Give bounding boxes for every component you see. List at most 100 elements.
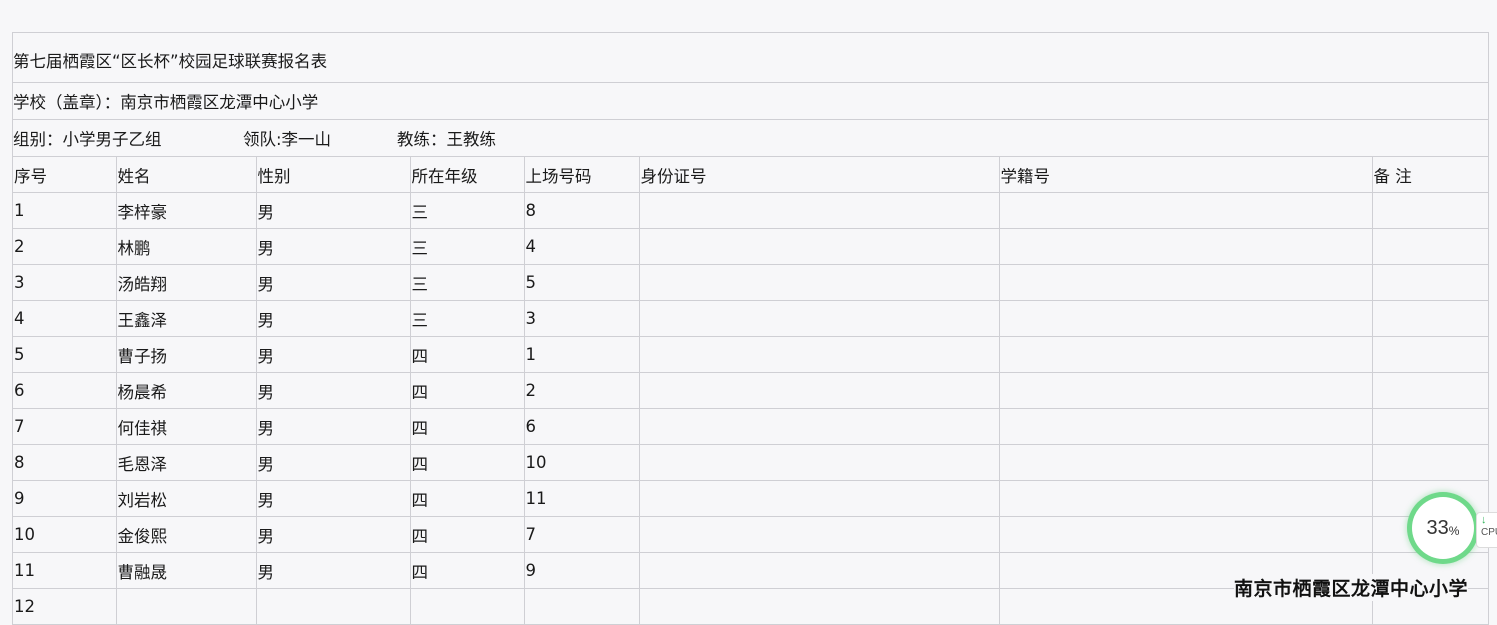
cell-student-number [999,516,1373,553]
cell-serial: 4 [13,300,117,337]
cell-name: 杨晨希 [116,372,257,409]
table-row: 2 林鹏男三 4 [13,228,1488,265]
cell-jersey [524,588,640,625]
cell-gender: 男 [256,372,411,409]
cell-id-number [639,552,1000,589]
cell-remarks [1372,336,1488,373]
cell-name: 何佳祺 [116,408,257,445]
cell-id-number [639,336,1000,373]
form-title: 第七届栖霞区“区长杯”校园足球联赛报名表 [13,51,328,71]
cell-id-number [639,480,1000,517]
cell-name [116,588,257,625]
school-watermark: 南京市栖霞区龙潭中心小学 [1234,574,1469,601]
header-grade: 所在年级 [410,157,525,193]
cell-grade [410,588,525,625]
cell-id-number [639,300,1000,337]
table-row: 9 刘岩松男四 11 [13,480,1488,517]
cell-gender: 男 [256,228,411,265]
cell-gender: 男 [256,516,411,553]
school-line: 学校（盖章）：南京市栖霞区龙潭中心小学 [13,93,319,112]
cell-name: 汤皓翔 [116,264,257,301]
cell-serial: 6 [13,372,117,409]
cell-gender: 男 [256,336,411,373]
cell-name: 金俊熙 [116,516,257,553]
cell-grade: 三 [410,228,525,265]
cell-serial: 11 [13,552,117,589]
cell-jersey: 3 [524,300,640,337]
cell-gender: 男 [256,192,411,229]
cell-remarks [1372,228,1488,265]
cell-id-number [639,408,1000,445]
cell-grade: 三 [410,264,525,301]
table-row: 1 李梓豪男三 8 [13,192,1488,229]
cpu-unit: % [1448,524,1460,538]
table-row: 3 汤皓翔男三 5 [13,264,1488,301]
cell-remarks [1372,264,1488,301]
cell-name: 王鑫泽 [116,300,257,337]
cell-student-number [999,336,1373,373]
table-row: 4 王鑫泽男三 3 [13,300,1488,337]
header-gender: 性别 [256,157,411,193]
cell-grade: 四 [410,516,525,553]
cpu-value: 33 [1426,516,1449,539]
cell-gender: 男 [256,444,411,481]
cell-gender: 男 [256,264,411,301]
cell-jersey: 7 [524,516,640,553]
cell-student-number [999,408,1373,445]
header-remarks: 备 注 [1372,157,1488,193]
cell-serial: 7 [13,408,117,445]
cell-remarks [1372,408,1488,445]
header-serial: 序号 [13,157,117,193]
cpu-label: CPU [1481,527,1497,538]
cell-name: 李梓豪 [116,192,257,229]
cell-serial: 2 [13,228,117,265]
cell-id-number [639,192,1000,229]
cell-id-number [639,588,1000,625]
cell-id-number [639,516,1000,553]
header-name: 姓名 [116,157,257,193]
cell-name: 曹融晟 [116,552,257,589]
header-student-number: 学籍号 [999,157,1373,193]
cell-grade: 四 [410,408,525,445]
cell-serial: 1 [13,192,117,229]
leader-line: 领队:李一山 [243,130,332,149]
table-row: 8 毛恩泽男四 10 [13,444,1488,481]
table-row: 5 曹子扬男四 1 [13,336,1488,373]
group-line: 组别：小学男子乙组 [13,130,162,149]
cell-serial: 3 [13,264,117,301]
cell-student-number [999,228,1373,265]
cell-gender: 男 [256,300,411,337]
header-id-number: 身份证号 [639,157,1000,193]
cell-grade: 三 [410,192,525,229]
cell-gender: 男 [256,408,411,445]
cell-grade: 四 [410,480,525,517]
cell-name: 林鹏 [116,228,257,265]
cell-serial: 12 [13,588,117,625]
cell-grade: 三 [410,300,525,337]
cell-gender: 男 [256,552,411,589]
cpu-monitor-widget[interactable]: 33% [1412,497,1474,559]
form-title-row: 第七届栖霞区“区长杯”校园足球联赛报名表 [13,33,1488,83]
coach-line: 教练：王教练 [397,130,496,149]
cell-remarks [1372,192,1488,229]
cell-jersey: 11 [524,480,640,517]
table-row: 6 杨晨希男四 2 [13,372,1488,409]
cell-grade: 四 [410,552,525,589]
cell-grade: 四 [410,372,525,409]
cell-student-number [999,300,1373,337]
cell-grade: 四 [410,336,525,373]
cell-gender: 男 [256,480,411,517]
download-arrow-icon: ↓ [1481,514,1487,526]
header-jersey: 上场号码 [524,157,640,193]
roster-table: 序号 姓名 性别 所在年级 上场号码 身份证号 学籍号备 注 1 李梓豪男三 8 2 林鹏男三 4 3 汤皓… [13,157,1488,625]
cpu-tab[interactable]: ↓ CPU [1476,512,1497,548]
cell-gender [256,588,411,625]
cell-jersey: 2 [524,372,640,409]
registration-form: 第七届栖霞区“区长杯”校园足球联赛报名表 学校（盖章）：南京市栖霞区龙潭中心小学… [12,32,1489,625]
cell-jersey: 6 [524,408,640,445]
table-header-row: 序号 姓名 性别 所在年级 上场号码 身份证号 学籍号备 注 [13,157,1488,193]
cell-serial: 5 [13,336,117,373]
cell-id-number [639,228,1000,265]
cell-id-number [639,444,1000,481]
cell-jersey: 5 [524,264,640,301]
